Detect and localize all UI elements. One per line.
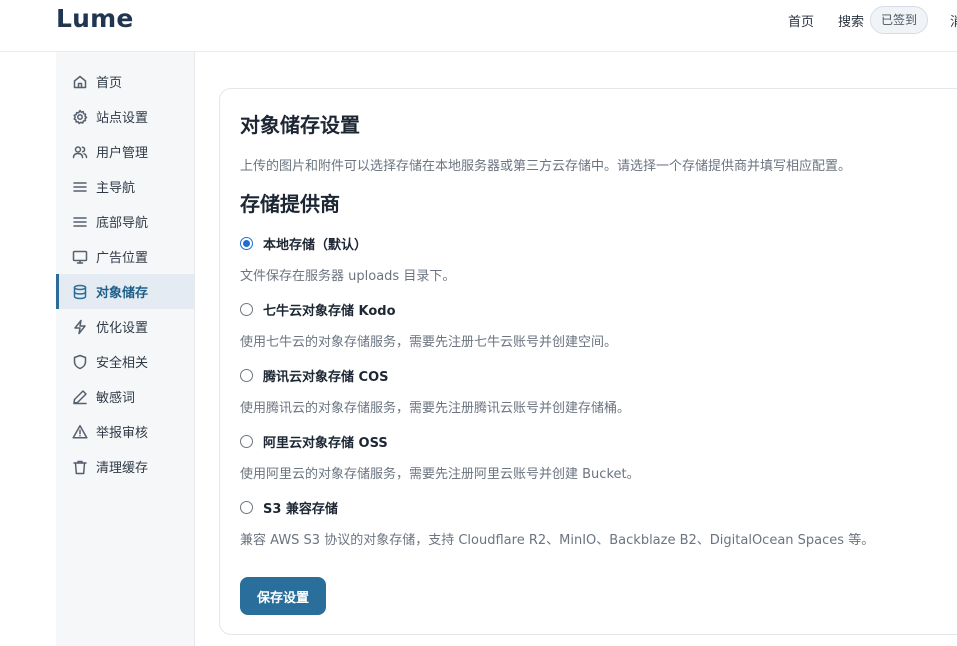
option-label: 本地存储（默认）	[263, 238, 368, 253]
gear-icon	[72, 109, 88, 125]
sidebar-item-label: 举报审核	[96, 426, 149, 441]
sidebar-item-label: 底部导航	[96, 216, 149, 231]
sidebar-item-label: 优化设置	[96, 321, 149, 336]
sidebar-item-label: 安全相关	[96, 356, 149, 371]
radio-button-qiniu[interactable]	[240, 303, 253, 316]
sidebar-item-report-review[interactable]: 举报审核	[56, 414, 194, 449]
radio-button-aliyun[interactable]	[240, 435, 253, 448]
monitor-icon	[72, 249, 88, 265]
option-description: 使用阿里云的对象存储服务，需要先注册阿里云账号并创建 Bucket。	[240, 467, 640, 482]
page-description: 上传的图片和附件可以选择存储在本地服务器或第三方云存储中。请选择一个存储提供商并…	[240, 159, 852, 174]
radio-option-s3[interactable]: S3 兼容存储	[240, 498, 338, 517]
radio-button-local[interactable]	[240, 237, 253, 250]
pen-icon	[72, 389, 88, 405]
nav-messages-link[interactable]: 消	[950, 11, 957, 30]
admin-sidebar: 首页 站点设置 用户管理 主导航 底部导航 广告位置 对象储存 优化设置 安全相…	[56, 52, 195, 646]
sidebar-item-user-management[interactable]: 用户管理	[56, 134, 194, 169]
nav-search-link[interactable]: 搜索	[838, 11, 864, 30]
radio-option-qiniu[interactable]: 七牛云对象存储 Kodo	[240, 300, 396, 319]
sidebar-item-footer-nav[interactable]: 底部导航	[56, 204, 194, 239]
nav-home-link[interactable]: 首页	[788, 11, 814, 30]
storage-settings-card: 对象储存设置 上传的图片和附件可以选择存储在本地服务器或第三方云存储中。请选择一…	[219, 88, 957, 635]
radio-button-s3[interactable]	[240, 501, 253, 514]
sidebar-item-site-settings[interactable]: 站点设置	[56, 99, 194, 134]
option-label: S3 兼容存储	[263, 502, 338, 517]
warning-icon	[72, 424, 88, 440]
sidebar-item-security[interactable]: 安全相关	[56, 344, 194, 379]
page-title: 对象储存设置	[240, 113, 360, 137]
option-label: 腾讯云对象存储 COS	[263, 370, 389, 385]
home-icon	[72, 74, 88, 90]
sidebar-item-ads[interactable]: 广告位置	[56, 239, 194, 274]
sidebar-item-home[interactable]: 首页	[56, 64, 194, 99]
section-title: 存储提供商	[240, 192, 340, 216]
sidebar-item-label: 站点设置	[96, 111, 149, 126]
sidebar-item-label: 首页	[96, 76, 123, 91]
sidebar-item-main-nav[interactable]: 主导航	[56, 169, 194, 204]
database-icon	[72, 284, 88, 300]
top-header: Lume 首页 搜索 已签到 消	[0, 0, 957, 52]
sidebar-item-label: 清理缓存	[96, 461, 149, 476]
sidebar-item-optimization[interactable]: 优化设置	[56, 309, 194, 344]
option-description: 使用腾讯云的对象存储服务，需要先注册腾讯云账号并创建存储桶。	[240, 401, 631, 416]
lightning-icon	[72, 319, 88, 335]
site-logo[interactable]: Lume	[56, 4, 134, 33]
sidebar-item-clear-cache[interactable]: 清理缓存	[56, 449, 194, 484]
radio-button-tencent[interactable]	[240, 369, 253, 382]
option-description: 兼容 AWS S3 协议的对象存储，支持 Cloudflare R2、MinIO…	[240, 533, 875, 548]
shield-icon	[72, 354, 88, 370]
option-label: 七牛云对象存储 Kodo	[263, 304, 396, 319]
option-description: 使用七牛云的对象存储服务，需要先注册七牛云账号并创建空间。	[240, 335, 618, 350]
sidebar-item-object-storage[interactable]: 对象储存	[56, 274, 194, 309]
checkin-badge[interactable]: 已签到	[870, 6, 929, 34]
users-icon	[72, 144, 88, 160]
radio-option-local[interactable]: 本地存储（默认）	[240, 234, 367, 253]
radio-option-tencent[interactable]: 腾讯云对象存储 COS	[240, 366, 388, 385]
option-label: 阿里云对象存储 OSS	[263, 436, 388, 451]
sidebar-item-label: 广告位置	[96, 251, 149, 266]
sidebar-item-label: 对象储存	[96, 286, 149, 301]
menu-icon	[72, 179, 88, 195]
save-settings-button[interactable]: 保存设置	[240, 577, 326, 615]
option-description: 文件保存在服务器 uploads 目录下。	[240, 269, 456, 284]
radio-option-aliyun[interactable]: 阿里云对象存储 OSS	[240, 432, 388, 451]
sidebar-item-label: 主导航	[96, 181, 136, 196]
sidebar-item-sensitive-words[interactable]: 敏感词	[56, 379, 194, 414]
trash-icon	[72, 459, 88, 475]
sidebar-item-label: 敏感词	[96, 391, 136, 406]
sidebar-item-label: 用户管理	[96, 146, 149, 161]
menu-icon	[72, 214, 88, 230]
